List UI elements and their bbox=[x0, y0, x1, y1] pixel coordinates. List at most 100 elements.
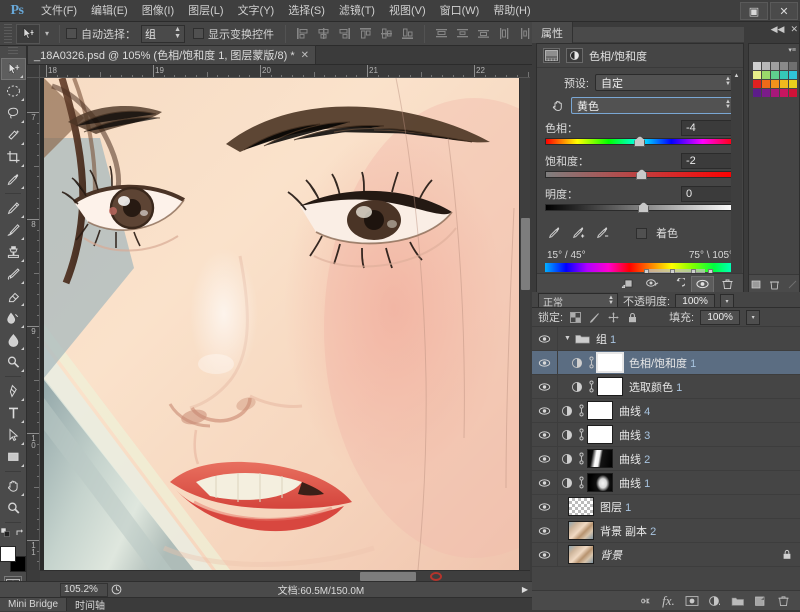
status-info-icon[interactable] bbox=[108, 584, 124, 595]
layer-row[interactable]: ▼组 1 bbox=[532, 327, 800, 351]
align-top-edges-icon[interactable] bbox=[356, 25, 375, 43]
layer-thumbnail[interactable] bbox=[568, 497, 594, 516]
swatch[interactable] bbox=[762, 62, 770, 70]
canvas-horizontal-scroll-thumb[interactable] bbox=[360, 572, 416, 581]
menu-window[interactable]: 窗口(W) bbox=[433, 0, 487, 22]
foreground-color-swatch[interactable] bbox=[0, 546, 16, 562]
layer-visibility-toggle[interactable] bbox=[532, 351, 558, 375]
canvas-horizontal-scrollbar[interactable] bbox=[40, 570, 530, 581]
layer-row[interactable]: 曲线 3 bbox=[532, 423, 800, 447]
fill-value-field[interactable]: 100% bbox=[700, 310, 740, 325]
distribute-top-edges-icon[interactable] bbox=[432, 25, 451, 43]
layer-mask-thumbnail[interactable] bbox=[597, 353, 623, 372]
properties-scrollbar[interactable]: ▲ ▼ bbox=[731, 70, 742, 292]
move-tool[interactable] bbox=[1, 58, 26, 80]
lightness-value-field[interactable]: 0 bbox=[681, 186, 735, 202]
lock-transparent-pixels-icon[interactable] bbox=[569, 311, 582, 324]
layer-visibility-toggle[interactable] bbox=[532, 471, 558, 495]
blur-tool[interactable] bbox=[1, 329, 26, 351]
swatch[interactable] bbox=[789, 71, 797, 79]
mask-link-icon[interactable] bbox=[575, 452, 587, 465]
distribute-bottom-edges-icon[interactable] bbox=[474, 25, 493, 43]
mask-link-icon[interactable] bbox=[575, 476, 587, 489]
layer-visibility-toggle[interactable] bbox=[532, 519, 558, 543]
lightness-slider-track[interactable] bbox=[545, 204, 735, 211]
layer-visibility-toggle[interactable] bbox=[532, 423, 558, 447]
swatch[interactable] bbox=[753, 71, 761, 79]
document-image[interactable] bbox=[44, 78, 522, 570]
adjustment-thumbnail[interactable] bbox=[558, 405, 575, 417]
hue-slider-knob[interactable] bbox=[634, 136, 645, 147]
horizontal-ruler[interactable]: 1819202122 bbox=[40, 65, 530, 78]
layer-row[interactable]: 背景 副本 2 bbox=[532, 519, 800, 543]
swatch[interactable] bbox=[789, 89, 797, 97]
menu-file[interactable]: 文件(F) bbox=[34, 0, 84, 22]
swatch[interactable] bbox=[762, 89, 770, 97]
new-group-icon[interactable] bbox=[729, 593, 746, 609]
swatch[interactable] bbox=[771, 62, 779, 70]
menu-help[interactable]: 帮助(H) bbox=[486, 0, 537, 22]
tool-preset-caret-icon[interactable]: ▾ bbox=[41, 29, 53, 38]
pen-tool[interactable] bbox=[1, 380, 26, 402]
swatch[interactable] bbox=[762, 80, 770, 88]
tab-timeline[interactable]: 时间轴 bbox=[67, 598, 113, 611]
spot-healing-brush-tool[interactable] bbox=[1, 197, 26, 219]
adjustment-thumbnail[interactable] bbox=[558, 477, 575, 489]
canvas-vertical-scrollbar[interactable] bbox=[519, 78, 530, 570]
distribute-vertical-centers-icon[interactable] bbox=[453, 25, 472, 43]
swatch[interactable] bbox=[780, 71, 788, 79]
scroll-up-arrow-icon[interactable]: ▲ bbox=[731, 70, 742, 81]
layer-mask-thumbnail[interactable] bbox=[597, 377, 623, 396]
saturation-slider-knob[interactable] bbox=[636, 169, 647, 180]
layer-mask-thumbnail[interactable] bbox=[587, 425, 613, 444]
show-transform-controls-checkbox[interactable] bbox=[193, 28, 204, 39]
hand-tool[interactable] bbox=[1, 475, 26, 497]
saturation-slider-track[interactable] bbox=[545, 171, 735, 178]
status-expand-arrow-icon[interactable]: ▶ bbox=[518, 585, 532, 594]
align-left-edges-icon[interactable] bbox=[293, 25, 312, 43]
align-bottom-edges-icon[interactable] bbox=[398, 25, 417, 43]
layer-visibility-toggle[interactable] bbox=[532, 375, 558, 399]
document-tab[interactable]: _18A0326.psd @ 105% (色相/饱和度 1, 图层蒙版/8) *… bbox=[27, 45, 316, 64]
new-layer-icon[interactable] bbox=[752, 593, 769, 609]
layer-row[interactable]: 曲线 4 bbox=[532, 399, 800, 423]
move-tool-icon[interactable] bbox=[16, 24, 40, 44]
adjustment-thumbnail[interactable] bbox=[568, 357, 585, 369]
link-layers-icon[interactable] bbox=[637, 593, 654, 609]
tab-properties[interactable]: 属性 bbox=[532, 22, 573, 43]
rectangle-tool[interactable] bbox=[1, 446, 26, 468]
layer-row[interactable]: 色相/饱和度 1 bbox=[532, 351, 800, 375]
layer-row[interactable]: 图层 1 bbox=[532, 495, 800, 519]
toolbox-grip[interactable] bbox=[8, 47, 18, 56]
canvas-vertical-scroll-thumb[interactable] bbox=[521, 218, 530, 290]
layer-row[interactable]: 曲线 1 bbox=[532, 471, 800, 495]
menu-image[interactable]: 图像(I) bbox=[135, 0, 181, 22]
swatch[interactable] bbox=[753, 89, 761, 97]
eyedropper-subtract-icon[interactable] bbox=[595, 225, 610, 243]
swatch[interactable] bbox=[780, 89, 788, 97]
swatch[interactable] bbox=[771, 89, 779, 97]
hand-icon[interactable] bbox=[545, 99, 571, 112]
menu-type[interactable]: 文字(Y) bbox=[231, 0, 282, 22]
layer-visibility-toggle[interactable] bbox=[532, 543, 558, 567]
menu-select[interactable]: 选择(S) bbox=[281, 0, 332, 22]
layer-thumbnail[interactable] bbox=[568, 521, 594, 540]
swatches-menu-icon[interactable]: ▾≡ bbox=[788, 46, 796, 54]
clip-to-layer-button[interactable] bbox=[616, 276, 639, 293]
horizontal-type-tool[interactable] bbox=[1, 402, 26, 424]
swatch[interactable] bbox=[753, 80, 761, 88]
layer-list[interactable]: ▼组 1色相/饱和度 1选取颜色 1曲线 4曲线 3曲线 2曲线 1图层 1背景… bbox=[532, 327, 800, 590]
options-bar-grip[interactable] bbox=[4, 24, 12, 44]
group-expand-arrow-icon[interactable]: ▼ bbox=[564, 335, 571, 342]
add-layer-mask-icon[interactable] bbox=[683, 593, 700, 609]
ruler-origin-corner[interactable] bbox=[27, 65, 40, 78]
toggle-layer-visibility-button[interactable] bbox=[691, 276, 714, 293]
foreground-background-color[interactable] bbox=[0, 546, 26, 572]
reset-button[interactable] bbox=[666, 276, 689, 293]
menu-filter[interactable]: 滤镜(T) bbox=[332, 0, 382, 22]
mask-link-icon[interactable] bbox=[575, 428, 587, 441]
layer-mask-thumbnail[interactable] bbox=[587, 401, 613, 420]
auto-select-scope-dropdown[interactable]: 组 ▲▼ bbox=[141, 25, 185, 43]
swatch[interactable] bbox=[762, 71, 770, 79]
layer-mask-thumbnail[interactable] bbox=[587, 449, 613, 468]
